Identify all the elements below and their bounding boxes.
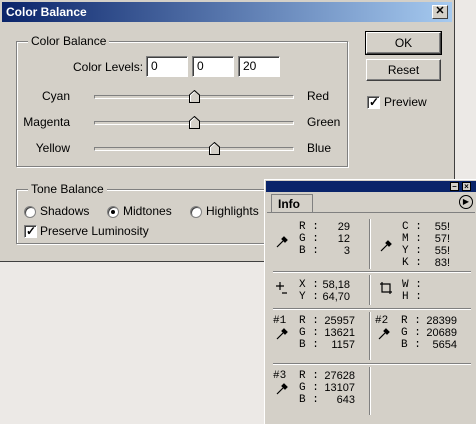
sampler-1-r-value: 25957: [324, 315, 355, 327]
h-label: H :: [402, 291, 422, 303]
cyan-red-slider-thumb[interactable]: [189, 90, 200, 103]
minimize-icon[interactable]: –: [450, 182, 459, 191]
yellow-label: Yellow: [35, 141, 70, 155]
rgb-r-value: 29: [337, 221, 350, 233]
divider: [369, 219, 371, 269]
triangle-right-icon: ▶: [462, 197, 470, 206]
checkmark-icon: ✓: [369, 95, 380, 109]
tab-info[interactable]: Info: [271, 194, 313, 212]
info-palette-titlebar[interactable]: – ×: [266, 181, 476, 192]
eyedropper-icon: [380, 240, 392, 252]
red-label: Red: [307, 89, 330, 103]
shadows-radio[interactable]: [24, 206, 36, 218]
yellow-blue-slider-track[interactable]: [94, 147, 294, 151]
midtones-radio[interactable]: [107, 206, 119, 218]
cmyk-c-value: 55!: [434, 221, 450, 233]
sampler-3-r-value: 27628: [324, 370, 355, 382]
close-icon: ✕: [435, 5, 445, 17]
divider: [369, 275, 371, 305]
cmyk-y-value: 55!: [434, 245, 450, 257]
sampler-2-b-value: 5654: [432, 339, 457, 351]
dialog-titlebar[interactable]: Color Balance ✕: [2, 2, 452, 22]
divider: [273, 308, 471, 310]
info-body: R : G : B : 29 12 3 C : M : Y : K : 55! …: [267, 212, 475, 423]
preview-checkbox[interactable]: ✓: [367, 95, 380, 109]
close-button[interactable]: ✕: [432, 5, 448, 19]
divider: [273, 363, 471, 365]
crosshair-icon: [276, 282, 287, 294]
rgb-g-value: 12: [337, 233, 350, 245]
reset-button[interactable]: Reset: [366, 59, 441, 81]
sampler-1-b-value: 1157: [331, 339, 355, 351]
w-label: W :: [402, 279, 422, 291]
sampler-1-id: #1: [273, 315, 287, 327]
preview-label[interactable]: Preview: [384, 95, 427, 109]
eyedropper-icon: [276, 383, 288, 395]
info-palette: – × Info ▶ R : G : B : 29 12 3 C : M : Y…: [264, 179, 476, 424]
y-value: 64,70: [322, 291, 350, 303]
preserve-luminosity-label[interactable]: Preserve Luminosity: [40, 224, 149, 238]
cmyk-k-value: 83!: [434, 257, 450, 269]
eyedropper-icon: [276, 328, 288, 340]
magenta-label: Magenta: [23, 115, 70, 129]
divider: [273, 271, 471, 273]
tone-balance-legend: Tone Balance: [28, 182, 107, 196]
eyedropper-icon: [378, 328, 390, 340]
color-level-cyan-red-field[interactable]: 0: [146, 56, 188, 77]
sampler-2-r-value: 28399: [426, 315, 457, 327]
sampler-3-g-value: 13107: [324, 382, 355, 394]
highlights-radio[interactable]: [190, 206, 202, 218]
color-levels-label: Color Levels:: [73, 60, 144, 74]
highlights-label[interactable]: Highlights: [206, 204, 259, 218]
color-balance-legend: Color Balance: [28, 34, 110, 48]
radio-selected-dot: [111, 210, 115, 214]
preserve-luminosity-checkbox[interactable]: ✓: [24, 224, 37, 238]
yellow-blue-slider-thumb[interactable]: [208, 142, 220, 155]
sampler-2-id: #2: [375, 315, 389, 327]
cyan-label: Cyan: [41, 89, 70, 103]
close-icon[interactable]: ×: [462, 182, 471, 191]
selection-size-icon: [380, 282, 392, 294]
midtones-label[interactable]: Midtones: [123, 204, 172, 218]
color-level-magenta-green-field[interactable]: 0: [192, 56, 234, 77]
blue-label: Blue: [307, 141, 332, 155]
sampler-3-b-value: 643: [336, 394, 355, 406]
cmyk-m-value: 57!: [434, 233, 450, 245]
divider: [369, 367, 371, 415]
magenta-green-slider-thumb[interactable]: [189, 116, 200, 129]
palette-menu-button[interactable]: ▶: [459, 195, 473, 209]
shadows-label[interactable]: Shadows: [40, 204, 89, 218]
ok-button[interactable]: OK: [365, 31, 442, 55]
sampler-1-g-value: 13621: [324, 327, 355, 339]
sampler-2-g-value: 20689: [426, 327, 457, 339]
eyedropper-icon: [276, 236, 288, 248]
green-label: Green: [307, 115, 341, 129]
divider: [369, 312, 371, 360]
color-level-yellow-blue-field[interactable]: 20: [238, 56, 280, 77]
x-value: 58,18: [322, 279, 350, 291]
rgb-b-value: 3: [343, 245, 350, 257]
checkmark-icon: ✓: [26, 224, 37, 238]
sampler-3-id: #3: [273, 370, 287, 382]
dialog-title: Color Balance: [6, 5, 87, 19]
